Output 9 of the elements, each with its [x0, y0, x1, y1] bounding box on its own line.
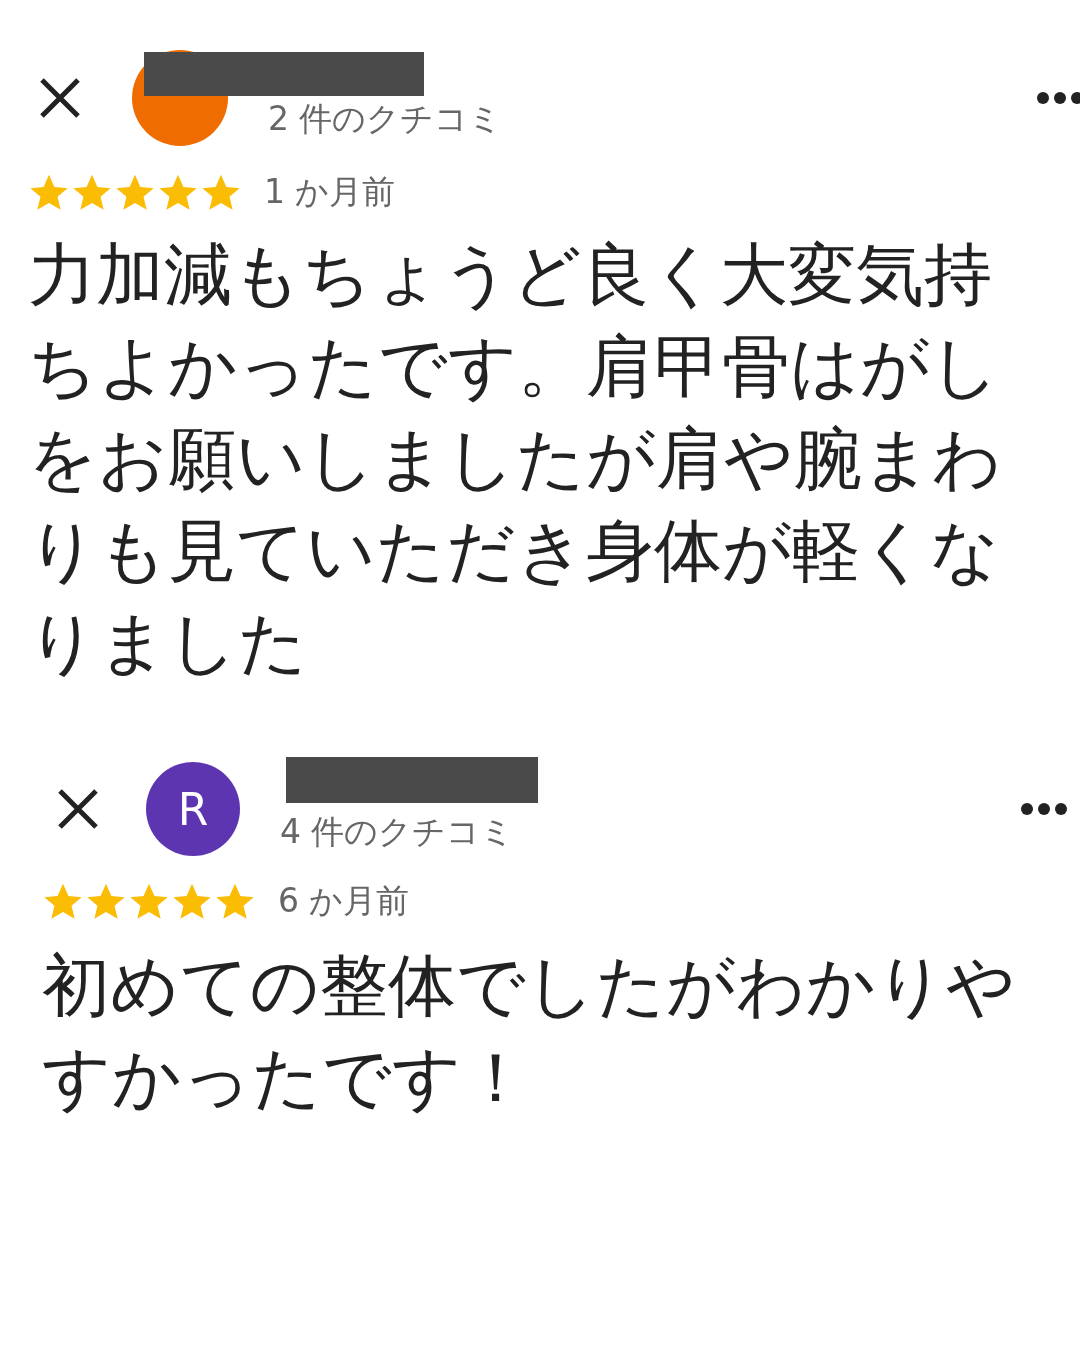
review-date: 1 か月前	[264, 171, 396, 213]
more-icon[interactable]	[1020, 802, 1068, 816]
review-date: 6 か月前	[278, 880, 410, 922]
review-count: 2 件のクチコミ	[268, 98, 504, 140]
review-count: 4 件のクチコミ	[280, 811, 516, 853]
avatar: R	[146, 762, 240, 856]
review-text: 初めての整体でしたがわかりやすかったです！	[42, 945, 1017, 1119]
more-icon[interactable]	[1036, 91, 1080, 105]
review-text: 力加減もちょうど良く大変気持ちよかったです。肩甲骨はがしをお願いしましたが肩や腕まわりも見ていただき身体が軽くなりました	[28, 234, 1003, 684]
